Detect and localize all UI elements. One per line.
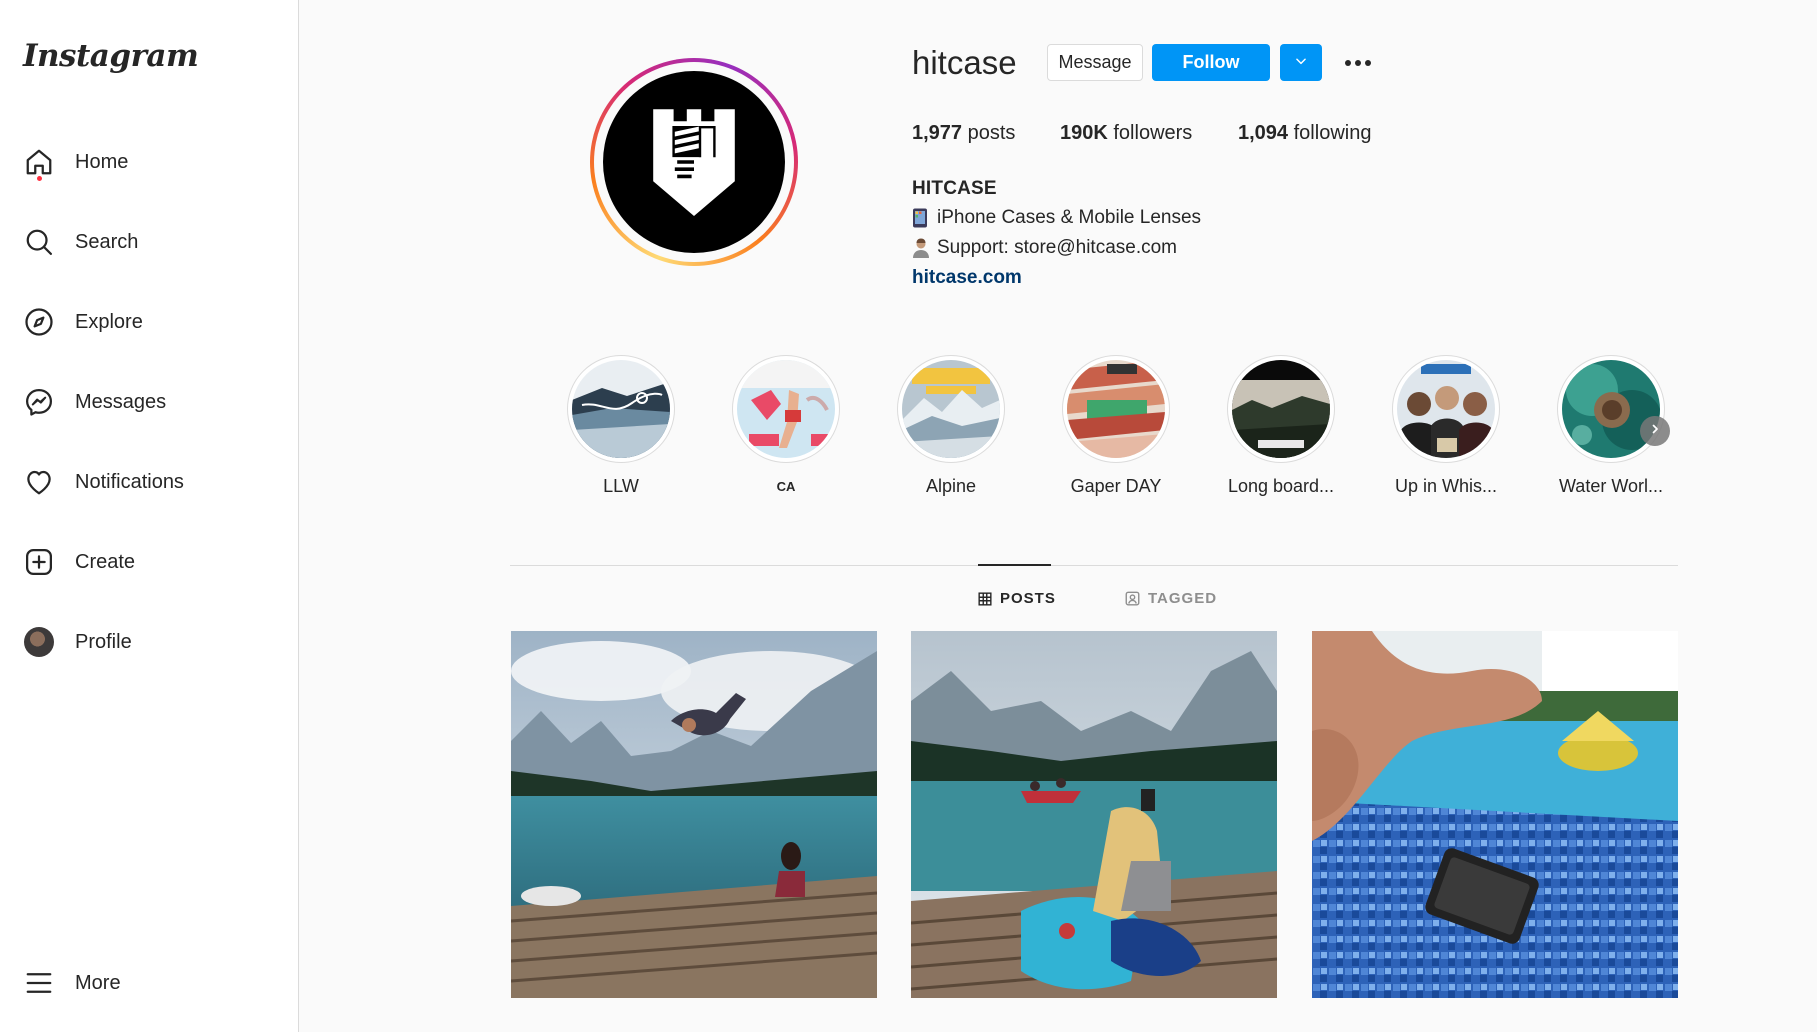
tagged-user-icon bbox=[1125, 591, 1140, 606]
highlight-label: Up in Whis... bbox=[1394, 476, 1498, 496]
highlight-ring bbox=[1557, 355, 1665, 463]
highlights-next-button[interactable] bbox=[1640, 416, 1670, 446]
sidebar-item-label: Explore bbox=[75, 310, 143, 333]
profile-picture-gap bbox=[594, 62, 794, 262]
mobile-phone-icon bbox=[912, 208, 930, 228]
bio-name: HITCASE bbox=[912, 178, 997, 199]
sidebar-item-messages[interactable]: Messages bbox=[12, 374, 284, 430]
hitcase-logo bbox=[603, 71, 785, 253]
follow-button[interactable]: Follow bbox=[1152, 44, 1270, 81]
highlight-cover bbox=[737, 360, 835, 458]
highlight-label: Gaper DAY bbox=[1070, 476, 1162, 496]
followers-label: followers bbox=[1113, 122, 1193, 144]
stat-posts: 1,977 posts bbox=[912, 122, 1015, 145]
sidebar-item-label: Create bbox=[75, 550, 136, 573]
sidebar-item-explore[interactable]: Explore bbox=[12, 294, 284, 350]
following-label: following bbox=[1293, 122, 1372, 144]
chevron-down-icon bbox=[1294, 52, 1308, 73]
highlight-cover bbox=[1067, 360, 1165, 458]
highlight-ring bbox=[567, 355, 675, 463]
sidebar-item-label: Search bbox=[75, 230, 139, 253]
profile-website-link[interactable]: hitcase.com bbox=[912, 267, 1022, 289]
compass-icon bbox=[22, 305, 56, 339]
highlight-ring bbox=[732, 355, 840, 463]
highlight-cover bbox=[1232, 360, 1330, 458]
post-image bbox=[511, 631, 877, 998]
sidebar-item-profile[interactable]: Profile bbox=[12, 614, 284, 670]
instagram-logo[interactable]: Instagram bbox=[23, 38, 199, 74]
highlight-ring bbox=[897, 355, 1005, 463]
sidebar-item-search[interactable]: Search bbox=[12, 214, 284, 270]
highlight-item[interactable]: Up in Whis... bbox=[1376, 355, 1516, 497]
post-image bbox=[1312, 631, 1678, 998]
hamburger-menu-icon bbox=[22, 966, 56, 1000]
followers-count: 190K bbox=[1060, 122, 1108, 144]
posts-label: posts bbox=[967, 122, 1016, 144]
highlight-label: LLW bbox=[603, 476, 639, 496]
posts-count: 1,977 bbox=[912, 122, 963, 144]
sidebar-item-home[interactable]: Home bbox=[12, 134, 284, 190]
highlight-cover bbox=[902, 360, 1000, 458]
tab-label: POSTS bbox=[1000, 590, 1056, 607]
heart-icon bbox=[22, 465, 56, 499]
message-button[interactable]: Message bbox=[1047, 44, 1143, 81]
options-button[interactable] bbox=[1341, 48, 1375, 78]
search-icon bbox=[22, 225, 56, 259]
sidebar-item-label: Notifications bbox=[75, 470, 184, 493]
avatar bbox=[24, 627, 54, 657]
highlight-item[interactable]: Gaper DAY bbox=[1046, 355, 1186, 497]
post-thumbnail[interactable] bbox=[911, 631, 1277, 998]
highlight-ring bbox=[1392, 355, 1500, 463]
post-image bbox=[911, 631, 1277, 998]
profile-picture[interactable] bbox=[590, 58, 798, 266]
bio-line-text: iPhone Cases & Mobile Lenses bbox=[937, 207, 1202, 228]
chevron-right-icon bbox=[1649, 422, 1661, 440]
sidebar-item-more[interactable]: More bbox=[12, 955, 284, 1011]
sidebar-item-label: More bbox=[75, 971, 121, 994]
tab-posts[interactable]: POSTS bbox=[978, 590, 1056, 607]
grid-icon bbox=[978, 591, 992, 606]
highlight-label: Long board... bbox=[1227, 476, 1335, 496]
stat-followers[interactable]: 190K followers bbox=[1060, 122, 1192, 145]
highlight-label: Alpine bbox=[925, 476, 977, 496]
highlight-cover bbox=[1397, 360, 1495, 458]
stat-following[interactable]: 1,094 following bbox=[1238, 122, 1371, 145]
sidebar-item-label: Messages bbox=[75, 390, 167, 413]
highlight-ring bbox=[1227, 355, 1335, 463]
tab-label: TAGGED bbox=[1148, 590, 1218, 607]
highlight-item[interactable]: Long board... bbox=[1211, 355, 1351, 497]
sidebar: Instagram Home Search Explore Messages N… bbox=[0, 0, 299, 1032]
post-thumbnail[interactable] bbox=[1312, 631, 1678, 998]
highlight-ring bbox=[1062, 355, 1170, 463]
sidebar-item-label: Home bbox=[75, 150, 129, 173]
highlight-label: CA bbox=[776, 479, 796, 494]
suggested-dropdown-button[interactable] bbox=[1280, 44, 1322, 81]
highlight-item[interactable]: CA bbox=[716, 355, 856, 494]
plus-square-icon bbox=[22, 545, 56, 579]
following-count: 1,094 bbox=[1238, 122, 1289, 144]
profile-username: hitcase bbox=[912, 44, 1017, 81]
bio-line: iPhone Cases & Mobile Lenses bbox=[912, 207, 1201, 229]
highlight-item[interactable]: Alpine bbox=[881, 355, 1021, 497]
avatar-wrap bbox=[22, 625, 56, 659]
home-icon bbox=[22, 145, 56, 181]
more-horizontal-icon bbox=[1344, 54, 1372, 72]
instagram-app: Instagram Home Search Explore Messages N… bbox=[0, 0, 1817, 1032]
sidebar-item-create[interactable]: Create bbox=[12, 534, 284, 590]
messenger-icon bbox=[22, 385, 56, 419]
notification-dot bbox=[37, 176, 42, 181]
post-thumbnail[interactable] bbox=[511, 631, 877, 998]
sidebar-item-label: Profile bbox=[75, 630, 132, 653]
highlight-cover bbox=[572, 360, 670, 458]
support-person-icon bbox=[912, 238, 930, 258]
highlight-item[interactable]: LLW bbox=[551, 355, 691, 497]
bio-line: Support: store@hitcase.com bbox=[912, 237, 1177, 259]
highlight-cover bbox=[1562, 360, 1660, 458]
sidebar-item-notifications[interactable]: Notifications bbox=[12, 454, 284, 510]
bio-line-text: Support: store@hitcase.com bbox=[937, 237, 1178, 258]
tab-tagged[interactable]: TAGGED bbox=[1125, 590, 1217, 607]
tabs-divider bbox=[510, 565, 1678, 566]
tab-active-indicator bbox=[978, 564, 1051, 566]
highlight-label: Water Worl... bbox=[1558, 476, 1663, 496]
